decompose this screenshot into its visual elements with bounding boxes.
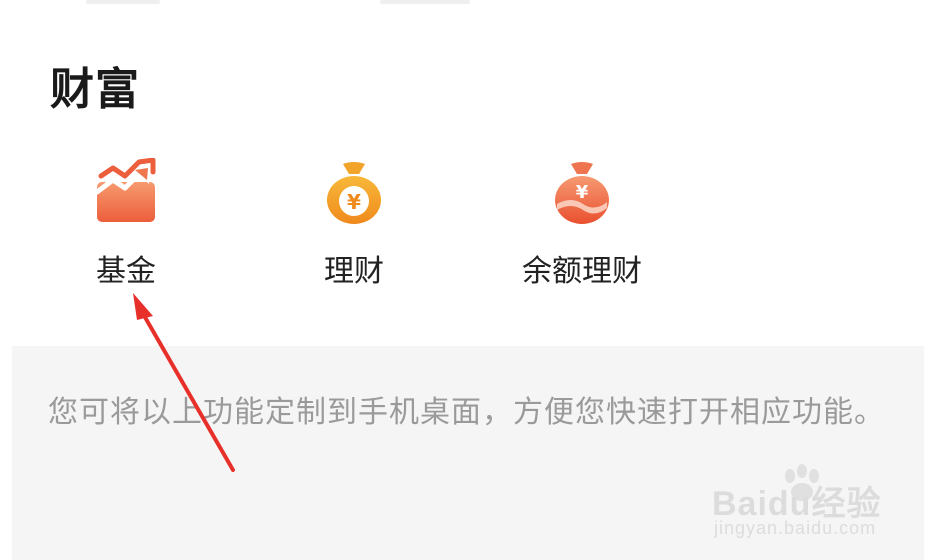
watermark-url: jingyan.baidu.com [714, 518, 877, 538]
baidu-watermark: Baidu经验 jingyan.baidu.com [706, 462, 916, 552]
fund-chart-icon [94, 158, 156, 222]
money-bag-icon: ¥ [327, 162, 381, 224]
top-partial-row [0, 0, 926, 8]
hint-text: 您可将以上功能定制到手机桌面，方便您快速打开相应功能。 [48, 395, 885, 430]
feature-wealth[interactable]: ¥ 理财 [292, 150, 416, 300]
feature-wealth-label: 理财 [324, 254, 384, 289]
feature-fund-label: 基金 [96, 254, 156, 289]
feature-fund[interactable]: 基金 [64, 150, 188, 300]
feature-balance-wealth[interactable]: ¥ 余额理财 [500, 150, 664, 300]
section-title: 财富 [50, 64, 140, 115]
svg-text:¥: ¥ [576, 182, 589, 203]
money-bag-wave-icon: ¥ [555, 162, 609, 224]
svg-text:¥: ¥ [347, 190, 361, 214]
feature-balance-wealth-label: 余额理财 [522, 254, 642, 289]
